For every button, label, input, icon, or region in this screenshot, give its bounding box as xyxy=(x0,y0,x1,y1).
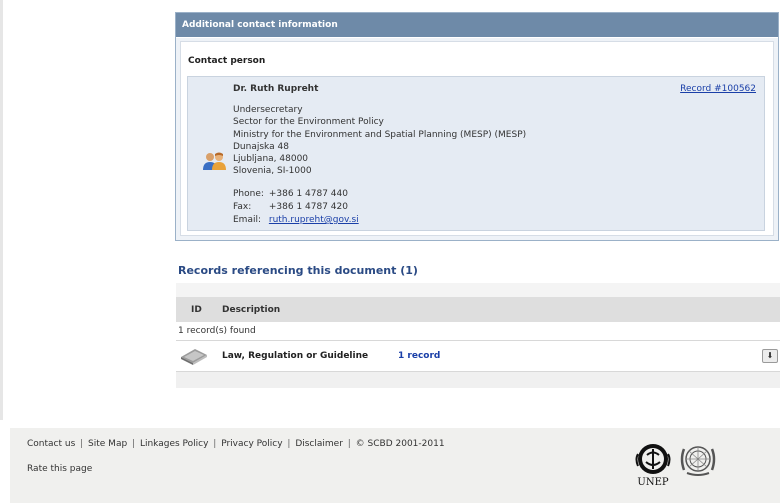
table-top-bar xyxy=(176,283,780,297)
record-count-link[interactable]: 1 record xyxy=(398,351,440,361)
footer-link-sitemap[interactable]: Site Map xyxy=(88,439,127,449)
footer-link-contact[interactable]: Contact us xyxy=(27,439,75,449)
download-arrow-icon[interactable]: ⬇ xyxy=(762,349,778,363)
phone-value: +386 1 4787 440 xyxy=(268,189,348,199)
email-label: Email: xyxy=(233,215,262,225)
unep-emblem-icon xyxy=(635,444,671,474)
records-title: Records referencing this document (1) xyxy=(178,264,418,277)
table-row: Law, Regulation or Guideline 1 record ⬇ xyxy=(176,341,780,372)
records-found: 1 record(s) found xyxy=(176,322,780,341)
people-icon xyxy=(203,152,226,170)
footer-link-linkages-policy[interactable]: Linkages Policy xyxy=(140,439,208,449)
record-type: Law, Regulation or Guideline xyxy=(222,351,369,361)
contact-street: Dunajska 48 xyxy=(233,141,289,152)
contact-name: Dr. Ruth Rupreht xyxy=(233,84,319,94)
section-title: Contact person xyxy=(188,56,266,66)
contact-communication: Phone: +386 1 4787 440 Fax: +386 1 4787 … xyxy=(233,188,359,227)
additional-contact-panel: Additional contact information Contact p… xyxy=(175,12,779,241)
unep-logo[interactable]: UNEP xyxy=(633,440,673,492)
panel-header: Additional contact information xyxy=(176,13,778,38)
table-bottom-bar xyxy=(176,372,780,388)
panel-body: Contact person Dr. Ruth Rupreht Record #… xyxy=(180,41,774,236)
copyright: © SCBD 2001-2011 xyxy=(355,439,445,449)
email-link[interactable]: ruth.rupreht@gov.si xyxy=(269,215,359,225)
contact-organization: Ministry for the Environment and Spatial… xyxy=(233,129,527,140)
contact-city: Ljubljana, 48000 xyxy=(233,154,309,165)
records-table: ID Description 1 record(s) found Law, Re… xyxy=(176,283,780,391)
table-header: ID Description xyxy=(176,297,780,322)
contact-department: Sector for the Environment Policy xyxy=(233,117,384,128)
footer-links: Contact us | Site Map | Linkages Policy … xyxy=(27,439,445,449)
book-icon xyxy=(181,349,207,365)
unep-label: UNEP xyxy=(637,477,669,488)
un-emblem-icon[interactable] xyxy=(678,439,718,479)
column-description: Description xyxy=(222,305,281,315)
contact-card: Dr. Ruth Rupreht Record #100562 Undersec… xyxy=(187,76,765,231)
footer: Contact us | Site Map | Linkages Policy … xyxy=(10,428,780,503)
footer-link-disclaimer[interactable]: Disclaimer xyxy=(295,439,343,449)
fax-label: Fax: xyxy=(233,202,252,212)
column-id: ID xyxy=(191,305,202,315)
contact-country: Slovenia, SI-1000 xyxy=(233,166,312,177)
rate-page-link[interactable]: Rate this page xyxy=(27,464,92,474)
record-link[interactable]: Record #100562 xyxy=(680,84,756,94)
left-border xyxy=(0,0,3,420)
phone-label: Phone: xyxy=(233,189,264,199)
contact-title: Undersecretary xyxy=(233,105,303,115)
contact-address: Undersecretary Sector for the Environmen… xyxy=(233,104,526,178)
footer-link-privacy[interactable]: Privacy Policy xyxy=(221,439,282,449)
fax-value: +386 1 4787 420 xyxy=(268,202,348,212)
